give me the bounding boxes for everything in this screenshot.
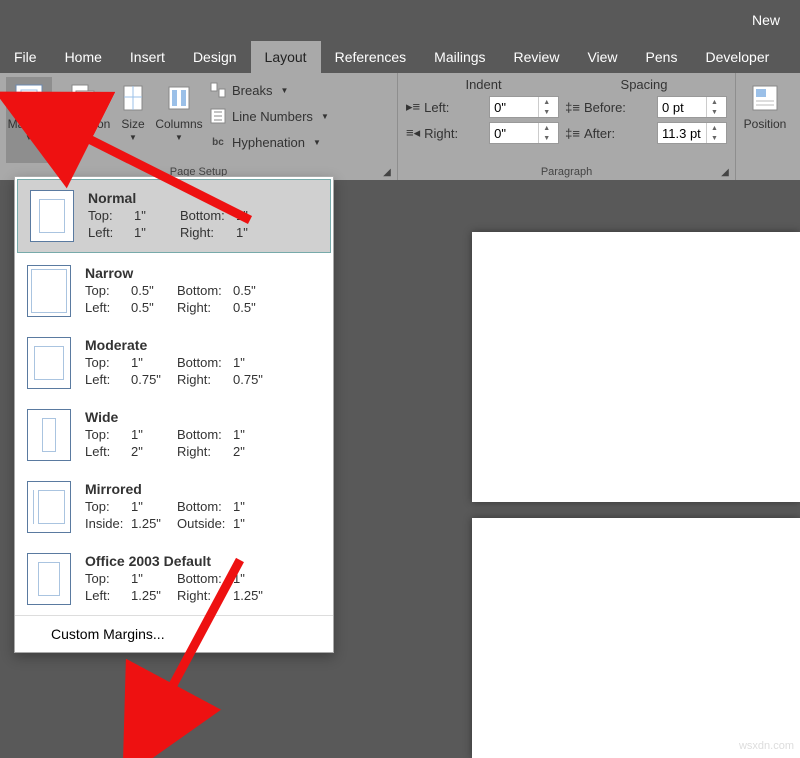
position-button[interactable]: Position [742,77,788,163]
watermark: wsxdn.com [739,740,794,752]
size-button[interactable]: Size ▼ [110,77,156,163]
tab-review[interactable]: Review [500,41,574,73]
margins-icon [12,81,46,115]
spacing-label: Spacing [621,77,668,92]
indent-left-label: ▸≡Left: [406,99,483,115]
indent-right-label: ≡◂Right: [406,125,483,141]
spacing-before-icon: ‡≡ [565,100,580,115]
group-page-setup: Margins ▼ Orientation ▼ Size ▼ Columns ▼ [0,73,398,180]
indent-left-spinner[interactable]: ▲▼ [489,96,559,118]
columns-button[interactable]: Columns ▼ [156,77,202,163]
line-numbers-button[interactable]: Line Numbers ▼ [210,105,329,127]
spin-up[interactable]: ▲ [707,123,722,133]
margins-option-wide[interactable]: Wide Top:1"Bottom:1" Left:2"Right:2" [15,399,333,471]
tab-home[interactable]: Home [51,41,116,73]
breaks-button[interactable]: Breaks ▼ [210,79,329,101]
chevron-down-icon: ▼ [25,133,33,142]
orientation-icon [64,81,98,115]
paragraph-dialog-launcher[interactable]: ◢ [719,166,731,178]
document-page-2[interactable] [472,518,800,758]
spacing-after-label: ‡≡After: [565,126,651,141]
columns-icon [162,81,196,115]
thumbnail-moderate-icon [27,337,71,389]
size-icon [116,81,150,115]
tab-mailings[interactable]: Mailings [420,41,499,73]
indent-label: Indent [465,77,501,92]
tab-developer[interactable]: Developer [691,41,783,73]
indent-left-icon: ▸≡ [406,99,420,115]
tab-design[interactable]: Design [179,41,251,73]
chevron-down-icon: ▼ [77,133,85,142]
tab-layout[interactable]: Layout [251,41,321,73]
thumbnail-normal-icon [30,190,74,242]
line-numbers-icon [210,108,226,124]
margins-option-moderate[interactable]: Moderate Top:1"Bottom:1" Left:0.75"Right… [15,327,333,399]
margins-dropdown: Normal Top:1"Bottom:1" Left:1"Right:1" N… [14,176,334,653]
spacing-after-spinner[interactable]: ▲▼ [657,122,727,144]
tab-insert[interactable]: Insert [116,41,179,73]
chevron-down-icon: ▼ [129,133,137,142]
spacing-before-spinner[interactable]: ▲▼ [657,96,727,118]
spin-down[interactable]: ▼ [539,107,554,117]
spin-down[interactable]: ▼ [539,133,554,143]
margins-option-narrow[interactable]: Narrow Top:0.5"Bottom:0.5" Left:0.5"Righ… [15,255,333,327]
spacing-before-label: ‡≡Before: [565,100,651,115]
spin-up[interactable]: ▲ [539,97,554,107]
indent-left-input[interactable] [490,97,538,117]
tab-pens[interactable]: Pens [632,41,692,73]
orientation-button[interactable]: Orientation ▼ [52,77,110,163]
tab-view[interactable]: View [573,41,631,73]
chevron-down-icon: ▼ [280,86,288,95]
ribbon: Margins ▼ Orientation ▼ Size ▼ Columns ▼ [0,73,800,180]
chevron-down-icon: ▼ [175,133,183,142]
margins-button[interactable]: Margins ▼ [6,77,52,163]
spin-up[interactable]: ▲ [539,123,554,133]
custom-margins-button[interactable]: Custom Margins... [15,615,333,652]
margins-option-mirrored[interactable]: Mirrored Top:1"Bottom:1" Inside:1.25"Out… [15,471,333,543]
spin-up[interactable]: ▲ [707,97,722,107]
indent-right-spinner[interactable]: ▲▼ [489,122,559,144]
spin-down[interactable]: ▼ [707,107,722,117]
breaks-icon [210,82,226,98]
indent-right-icon: ≡◂ [406,125,420,141]
window-title: New [752,12,780,28]
document-page-1[interactable] [472,232,800,502]
thumbnail-default-icon [27,553,71,605]
page-setup-dialog-launcher[interactable]: ◢ [381,166,393,178]
margins-option-normal[interactable]: Normal Top:1"Bottom:1" Left:1"Right:1" [17,179,331,253]
spacing-before-input[interactable] [658,97,706,117]
thumbnail-narrow-icon [27,265,71,317]
indent-right-input[interactable] [490,123,538,143]
spacing-after-icon: ‡≡ [565,126,580,141]
ribbon-tabs: File Home Insert Design Layout Reference… [0,41,800,73]
spin-down[interactable]: ▼ [707,133,722,143]
chevron-down-icon: ▼ [313,138,321,147]
tab-file[interactable]: File [0,41,51,73]
thumbnail-wide-icon [27,409,71,461]
margins-option-default[interactable]: Office 2003 Default Top:1"Bottom:1" Left… [15,543,333,615]
hyphenation-button[interactable]: bc Hyphenation ▼ [210,131,329,153]
thumbnail-mirrored-icon [27,481,71,533]
tab-references[interactable]: References [321,41,421,73]
group-arrange: Position [736,73,794,180]
chevron-down-icon: ▼ [321,112,329,121]
position-icon [748,81,782,115]
group-paragraph: Indent Spacing ▸≡Left: ▲▼ ‡≡Before: ▲▼ ≡… [398,73,736,180]
title-bar: New [0,0,800,41]
group-label-paragraph: Paragraph [398,166,735,178]
spacing-after-input[interactable] [658,123,706,143]
hyphenation-icon: bc [210,134,226,150]
